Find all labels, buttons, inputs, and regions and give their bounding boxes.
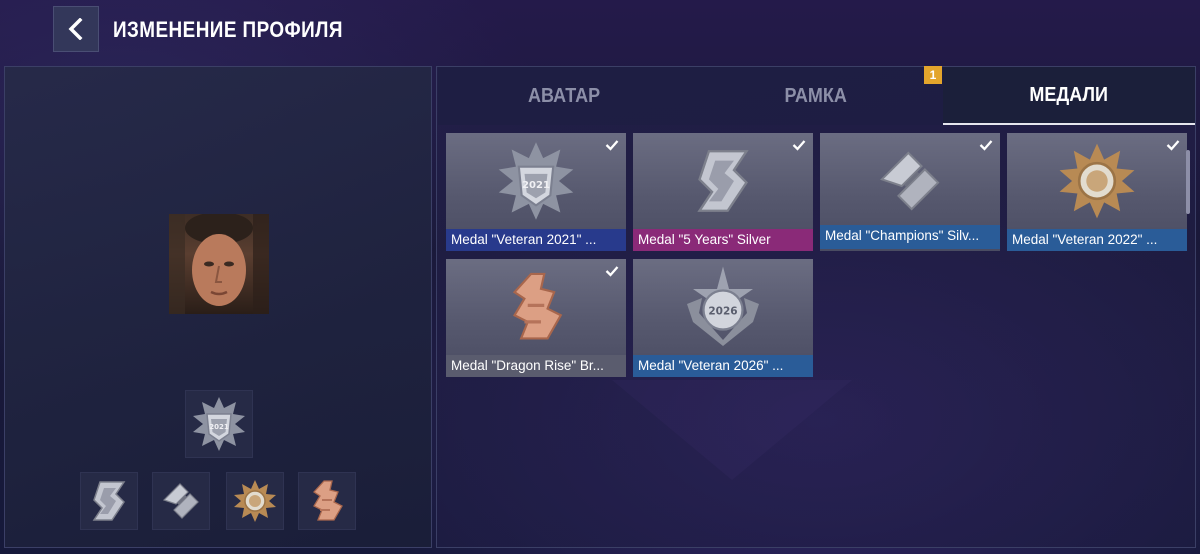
checkmark-icon xyxy=(978,137,994,153)
medal-veteran-2021-icon: 2021 xyxy=(193,397,245,451)
medal-label: Medal "Dragon Rise" Br... xyxy=(446,355,626,377)
svg-text:2021: 2021 xyxy=(209,423,229,431)
avatar-face-image xyxy=(169,214,269,314)
header: ИЗМЕНЕНИЕ ПРОФИЛЯ xyxy=(0,0,1200,62)
medal-slot-3[interactable] xyxy=(226,472,284,530)
tab-bar: АВАТАР РАМКА МЕДАЛИ xyxy=(438,67,1195,125)
medal-card-veteran-2021[interactable]: 2021 Medal "Veteran 2021" ... xyxy=(446,133,626,251)
medal-label: Medal "5 Years" Silver xyxy=(633,229,813,251)
medal-card-veteran-2022[interactable]: Medal "Veteran 2022" ... xyxy=(1007,133,1187,251)
medal-dragon-rise-icon xyxy=(512,272,563,340)
medal-veteran-2022-icon xyxy=(234,480,276,522)
medal-slot-4[interactable] xyxy=(298,472,356,530)
tab-medals[interactable]: МЕДАЛИ xyxy=(943,67,1195,125)
svg-text:2021: 2021 xyxy=(522,180,550,191)
medal-veteran-2026-icon: 2026 xyxy=(687,266,759,346)
svg-text:2026: 2026 xyxy=(708,306,737,318)
medal-label: Medal "Veteran 2021" ... xyxy=(446,229,626,251)
avatar xyxy=(169,214,269,314)
medal-card-champions[interactable]: Medal "Champions" Silv... xyxy=(820,133,1000,251)
medal-dragon-rise-icon xyxy=(313,480,343,521)
medal-champions-icon xyxy=(162,483,199,519)
medal-slot-2[interactable] xyxy=(152,472,210,530)
medal-5-years-icon xyxy=(697,150,749,212)
checkmark-icon xyxy=(604,263,620,279)
scrollbar[interactable] xyxy=(1186,150,1190,214)
medal-card-dragon-rise[interactable]: Medal "Dragon Rise" Br... xyxy=(446,259,626,377)
medal-label: Medal "Champions" Silv... xyxy=(820,225,1000,249)
notification-badge: 1 xyxy=(924,66,942,84)
checkmark-icon xyxy=(791,137,807,153)
medal-veteran-2022-icon xyxy=(1059,143,1135,219)
checkmark-icon xyxy=(604,137,620,153)
main-medal-slot[interactable]: 2021 xyxy=(185,390,253,458)
medal-card-veteran-2026[interactable]: 2026 Medal "Veteran 2026" ... xyxy=(633,259,813,377)
medal-5-years-icon xyxy=(92,481,126,521)
back-button[interactable] xyxy=(53,6,99,52)
medal-champions-icon xyxy=(880,151,940,211)
tab-frame[interactable]: РАМКА xyxy=(690,67,942,125)
medal-veteran-2021-icon: 2021 xyxy=(498,142,574,220)
checkmark-icon xyxy=(1165,137,1181,153)
medal-card-5-years[interactable]: Medal "5 Years" Silver xyxy=(633,133,813,251)
tab-avatar[interactable]: АВАТАР xyxy=(438,67,690,125)
medal-slot-1[interactable] xyxy=(80,472,138,530)
chevron-left-icon xyxy=(68,18,83,40)
medal-label: Medal "Veteran 2026" ... xyxy=(633,355,813,377)
medal-label: Medal "Veteran 2022" ... xyxy=(1007,229,1187,251)
page-title: ИЗМЕНЕНИЕ ПРОФИЛЯ xyxy=(113,17,343,42)
